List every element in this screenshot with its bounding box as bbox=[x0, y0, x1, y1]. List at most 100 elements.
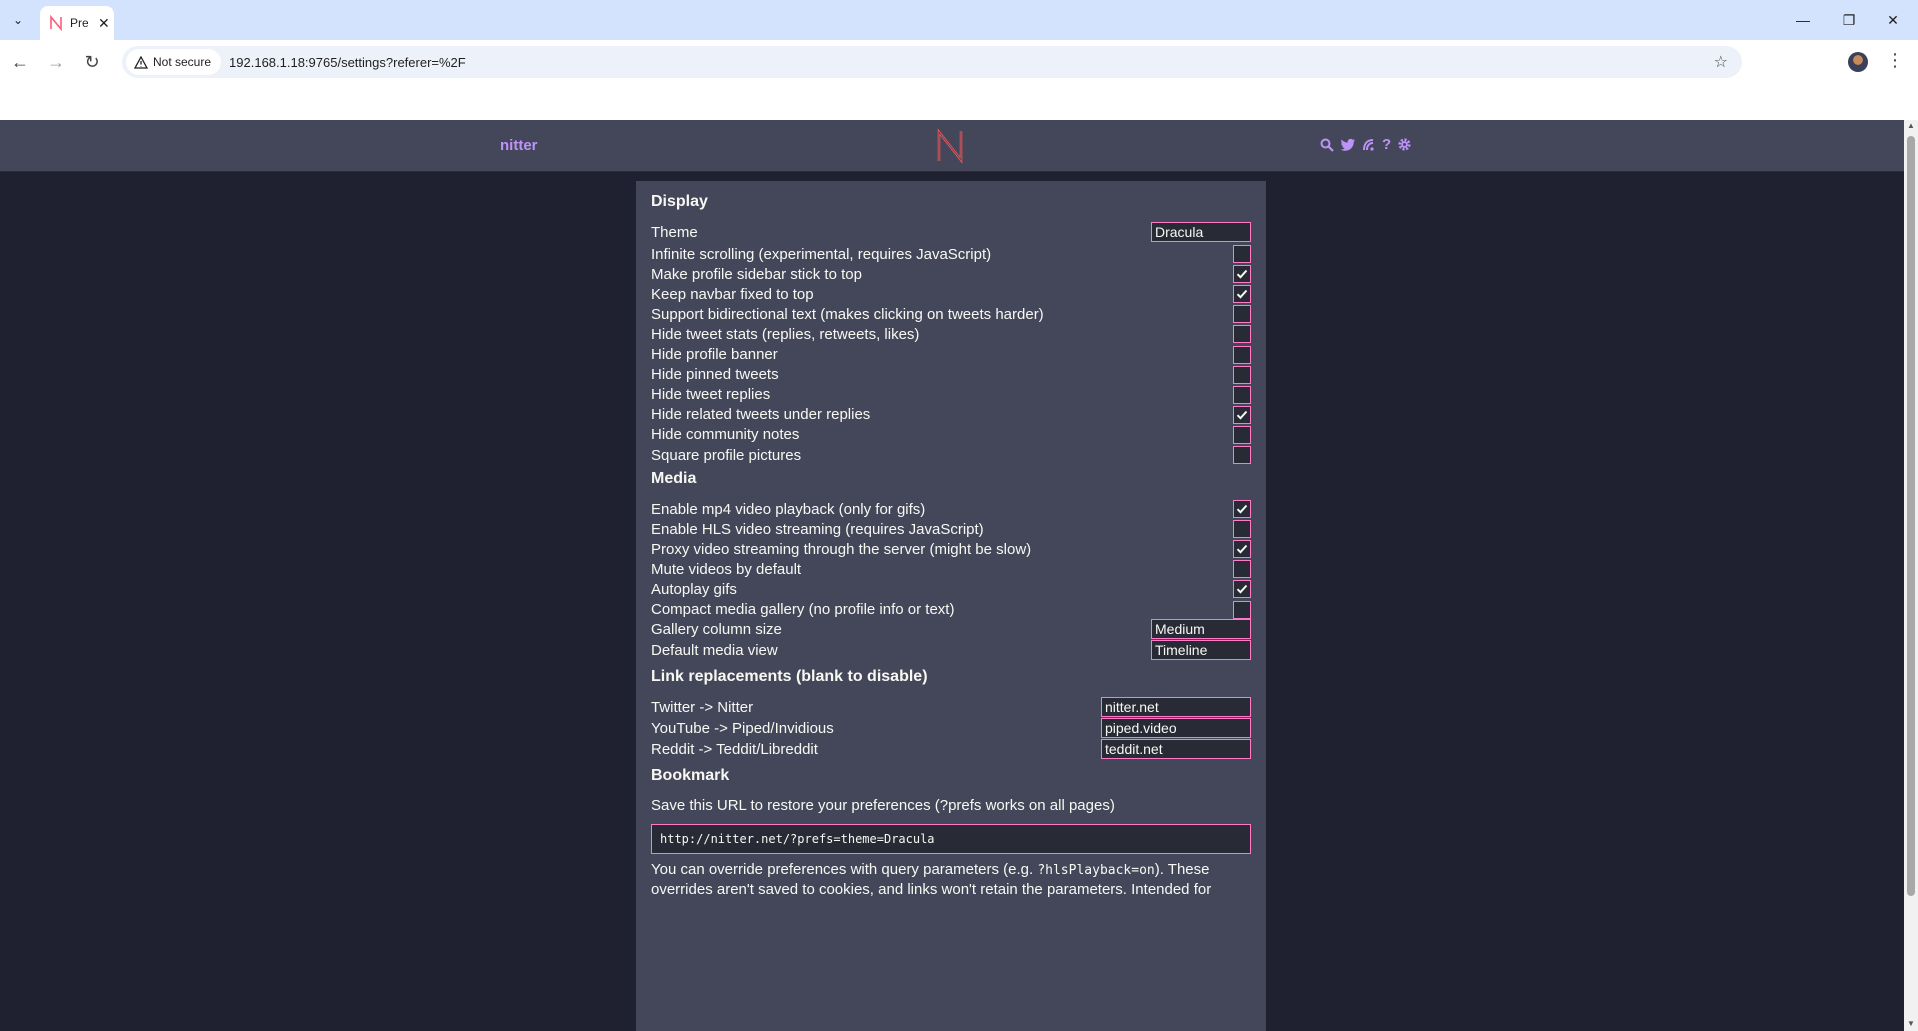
scroll-down-arrow-icon[interactable]: ▼ bbox=[1907, 1020, 1915, 1028]
option-label: Hide related tweets under replies bbox=[651, 406, 871, 424]
rss-feed-icon[interactable] bbox=[1362, 138, 1376, 152]
option-label: Square profile pictures bbox=[651, 446, 802, 464]
tab-search-chevron-icon[interactable]: ⌄ bbox=[6, 8, 30, 32]
youtube-replacement-input[interactable]: piped.video bbox=[1101, 718, 1251, 738]
option-row-make-profile-sidebar-stick-to-top: Make profile sidebar stick to top bbox=[651, 263, 1251, 285]
option-checkbox[interactable] bbox=[1233, 540, 1251, 559]
option-row-infinite-scrolling-experimental-requires: Infinite scrolling (experimental, requir… bbox=[651, 243, 1251, 265]
gallery-size-select[interactable]: Medium bbox=[1151, 619, 1251, 639]
option-row-hide-pinned-tweets: Hide pinned tweets bbox=[651, 364, 1251, 386]
media-section-title: Media bbox=[651, 470, 697, 487]
theme-label: Theme bbox=[651, 223, 698, 241]
checkmark-icon bbox=[1236, 410, 1248, 420]
reload-icon[interactable]: ↻ bbox=[80, 50, 104, 74]
option-label: Make profile sidebar stick to top bbox=[651, 265, 862, 283]
option-row-square-profile-pictures: Square profile pictures bbox=[651, 444, 1251, 466]
option-checkbox[interactable] bbox=[1233, 425, 1251, 444]
option-checkbox[interactable] bbox=[1233, 446, 1251, 464]
back-arrow-icon[interactable]: ← bbox=[8, 50, 32, 74]
option-label: Hide pinned tweets bbox=[651, 366, 779, 384]
scrollbar-thumb[interactable] bbox=[1907, 136, 1915, 896]
browser-toolbar: ← → ↻ Not secure 192.168.1.18:9765/setti… bbox=[0, 40, 1918, 84]
youtube-replacement-row: YouTube -> Piped/Invidious piped.video bbox=[651, 717, 1251, 739]
scroll-up-arrow-icon[interactable]: ▲ bbox=[1907, 122, 1915, 130]
option-label: Hide profile banner bbox=[651, 346, 778, 363]
nitter-navbar: nitter ? bbox=[0, 120, 1904, 172]
profile-avatar[interactable] bbox=[1848, 52, 1868, 72]
option-checkbox[interactable] bbox=[1233, 245, 1251, 263]
twitter-replacement-row: Twitter -> Nitter nitter.net bbox=[651, 696, 1251, 718]
override-note: You can override preferences with query … bbox=[651, 860, 1251, 899]
display-section-title: Display bbox=[651, 193, 708, 210]
option-label: Hide community notes bbox=[651, 426, 800, 444]
address-bar[interactable]: Not secure 192.168.1.18:9765/settings?re… bbox=[122, 46, 1742, 78]
url-text[interactable]: 192.168.1.18:9765/settings?referer=%2F bbox=[229, 55, 466, 70]
option-row-hide-tweet-replies: Hide tweet replies bbox=[651, 384, 1251, 406]
option-checkbox[interactable] bbox=[1233, 305, 1251, 324]
window-close-icon[interactable]: ✕ bbox=[1878, 8, 1908, 32]
option-row-enable-hls-video-streaming-requires-java: Enable HLS video streaming (requires Jav… bbox=[651, 518, 1251, 540]
help-icon[interactable]: ? bbox=[1382, 136, 1391, 153]
gallery-size-row: Gallery column size Medium bbox=[651, 618, 1251, 640]
option-checkbox[interactable] bbox=[1233, 345, 1251, 364]
option-label: Keep navbar fixed to top bbox=[651, 285, 814, 303]
media-view-select[interactable]: Timeline bbox=[1151, 640, 1251, 660]
twitter-bird-icon[interactable] bbox=[1340, 138, 1356, 152]
theme-select[interactable]: Dracula bbox=[1151, 222, 1251, 242]
gear-icon[interactable] bbox=[1397, 137, 1412, 152]
option-label: Proxy video streaming through the server… bbox=[651, 540, 1032, 558]
search-icon[interactable] bbox=[1320, 138, 1334, 152]
option-checkbox[interactable] bbox=[1233, 385, 1251, 404]
option-row-keep-navbar-fixed-to-top: Keep navbar fixed to top bbox=[651, 283, 1251, 305]
bookmark-url-field[interactable]: http://nitter.net/?prefs=theme=Dracula bbox=[651, 824, 1251, 854]
bookmark-star-icon[interactable]: ☆ bbox=[1714, 52, 1728, 72]
page-viewport: nitter ? Display Theme Dracula Infinite … bbox=[0, 120, 1904, 1031]
browser-menu-icon[interactable]: ⋮ bbox=[1886, 50, 1904, 71]
reddit-replacement-input[interactable]: teddit.net bbox=[1101, 739, 1251, 759]
restore-icon[interactable]: ❐ bbox=[1834, 8, 1864, 32]
bookmark-description: Save this URL to restore your preference… bbox=[651, 797, 1115, 814]
reddit-replacement-row: Reddit -> Teddit/Libreddit teddit.net bbox=[651, 738, 1251, 760]
option-checkbox[interactable] bbox=[1233, 405, 1251, 424]
forward-arrow-icon[interactable]: → bbox=[44, 50, 68, 74]
nitter-logo-icon[interactable] bbox=[934, 128, 966, 164]
media-view-row: Default media view Timeline bbox=[651, 639, 1251, 661]
option-row-hide-related-tweets-under-replies: Hide related tweets under replies bbox=[651, 404, 1251, 426]
browser-tab[interactable]: Pre ✕ bbox=[40, 6, 114, 40]
security-label: Not secure bbox=[153, 55, 212, 69]
option-label: Infinite scrolling (experimental, requir… bbox=[651, 245, 992, 263]
theme-row: Theme Dracula bbox=[651, 221, 1251, 243]
option-checkbox[interactable] bbox=[1233, 580, 1251, 599]
option-label: Support bidirectional text (makes clicki… bbox=[651, 305, 1044, 323]
tab-title: Pre bbox=[70, 16, 88, 30]
reddit-replacement-label: Reddit -> Teddit/Libreddit bbox=[651, 740, 818, 758]
tab-strip: ⌄ Pre ✕ — ❐ ✕ bbox=[0, 0, 1918, 40]
option-checkbox[interactable] bbox=[1233, 365, 1251, 384]
checkmark-icon bbox=[1236, 290, 1248, 299]
gallery-size-label: Gallery column size bbox=[651, 620, 782, 638]
minimize-icon[interactable]: — bbox=[1788, 8, 1818, 32]
option-label: Mute videos by default bbox=[651, 560, 802, 578]
option-row-support-bidirectional-text-makes-clickin: Support bidirectional text (makes clicki… bbox=[651, 303, 1251, 325]
option-row-hide-profile-banner: Hide profile banner bbox=[651, 344, 1251, 366]
option-row-mute-videos-by-default: Mute videos by default bbox=[651, 558, 1251, 580]
twitter-replacement-input[interactable]: nitter.net bbox=[1101, 697, 1251, 717]
option-checkbox[interactable] bbox=[1233, 285, 1251, 304]
site-name-link[interactable]: nitter bbox=[500, 137, 538, 154]
checkmark-icon bbox=[1236, 504, 1248, 514]
option-label: Enable HLS video streaming (requires Jav… bbox=[651, 520, 984, 538]
bookmark-section-title: Bookmark bbox=[651, 767, 730, 784]
option-checkbox[interactable] bbox=[1233, 500, 1251, 518]
option-checkbox[interactable] bbox=[1233, 520, 1251, 539]
tab-close-icon[interactable]: ✕ bbox=[98, 15, 110, 32]
option-label: Compact media gallery (no profile info o… bbox=[651, 601, 955, 618]
option-checkbox[interactable] bbox=[1233, 265, 1251, 284]
option-checkbox[interactable] bbox=[1233, 600, 1251, 619]
override-note-code: ?hlsPlayback=on bbox=[1037, 863, 1155, 878]
option-checkbox[interactable] bbox=[1233, 325, 1251, 344]
security-chip[interactable]: Not secure bbox=[126, 49, 222, 75]
page-scrollbar[interactable]: ▲ ▼ bbox=[1904, 120, 1918, 1031]
option-row-autoplay-gifs: Autoplay gifs bbox=[651, 578, 1251, 600]
option-checkbox[interactable] bbox=[1233, 560, 1251, 579]
checkmark-icon bbox=[1236, 585, 1248, 595]
